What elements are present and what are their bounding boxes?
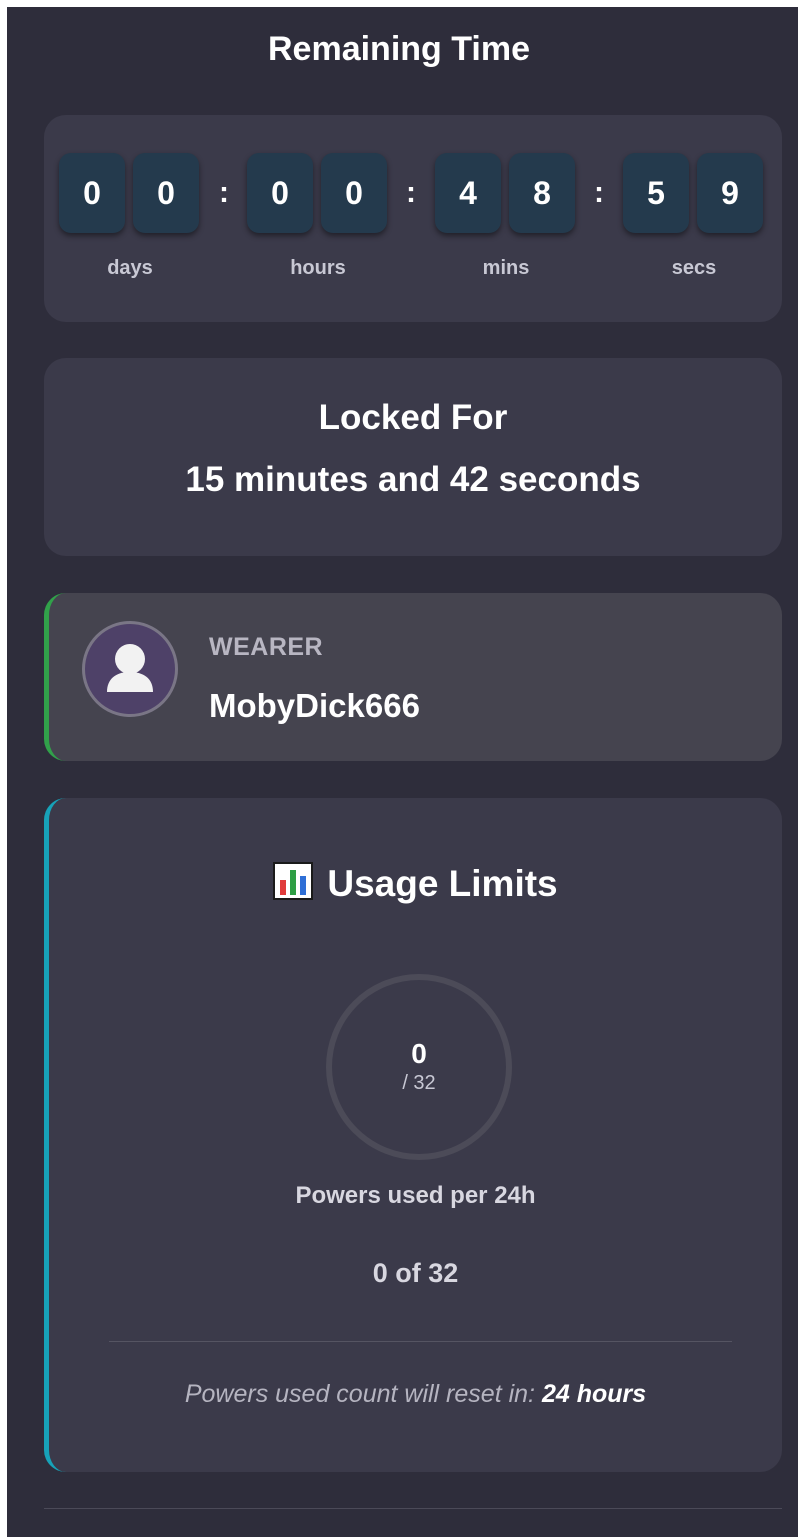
frame-top-edge	[0, 0, 798, 7]
days-label: days	[107, 257, 153, 279]
countdown-separator: :	[594, 176, 604, 209]
usage-limits-card: Usage Limits 0 / 32 Powers used per 24h …	[44, 798, 782, 1472]
usage-limits-title: Usage Limits	[327, 863, 558, 904]
wearer-card[interactable]: WEARER MobyDick666	[44, 593, 782, 761]
countdown-card: 0 0 : 0 0 : 4 8 : 5 9 days hours mins se…	[44, 115, 782, 322]
usage-ring-value: 0	[411, 1038, 427, 1069]
reset-note: Powers used count will reset in: 24 hour…	[49, 1380, 782, 1409]
days-digit-2: 0	[133, 153, 199, 233]
avatar[interactable]	[82, 621, 178, 717]
hours-label: hours	[290, 257, 346, 279]
remaining-time-title: Remaining Time	[268, 30, 530, 68]
bar-chart-icon	[273, 862, 314, 909]
wearer-label: WEARER	[209, 633, 324, 661]
locked-duration: 15 minutes and 42 seconds	[185, 460, 641, 499]
usage-limits-heading: Usage Limits	[49, 862, 782, 909]
reset-note-prefix: Powers used count will reset in:	[184, 1380, 535, 1408]
secs-digit-2: 9	[697, 153, 763, 233]
hours-digit-1: 0	[247, 153, 313, 233]
mins-label: mins	[482, 257, 530, 279]
powers-used-count: 0 of 32	[372, 1258, 459, 1288]
locked-for-card: Locked For 15 minutes and 42 seconds	[44, 358, 782, 556]
usage-progress-ring: 0 / 32	[326, 974, 512, 1160]
mins-digit-1: 4	[435, 153, 501, 233]
usage-ring-total: / 32	[402, 1072, 436, 1094]
countdown-separator: :	[219, 176, 229, 209]
reset-note-value: 24 hours	[541, 1380, 647, 1408]
days-digit-1: 0	[59, 153, 125, 233]
mins-digit-2: 8	[509, 153, 575, 233]
usage-divider	[109, 1341, 732, 1342]
hours-digit-2: 0	[321, 153, 387, 233]
secs-digit-1: 5	[623, 153, 689, 233]
frame-left-edge	[0, 0, 7, 1537]
wearer-name[interactable]: MobyDick666	[209, 687, 420, 725]
secs-label: secs	[671, 257, 717, 279]
user-silhouette-icon	[107, 644, 153, 692]
locked-for-title: Locked For	[318, 398, 508, 437]
bottom-divider	[44, 1508, 782, 1509]
countdown-separator: :	[406, 176, 416, 209]
powers-used-label: Powers used per 24h	[295, 1182, 536, 1209]
